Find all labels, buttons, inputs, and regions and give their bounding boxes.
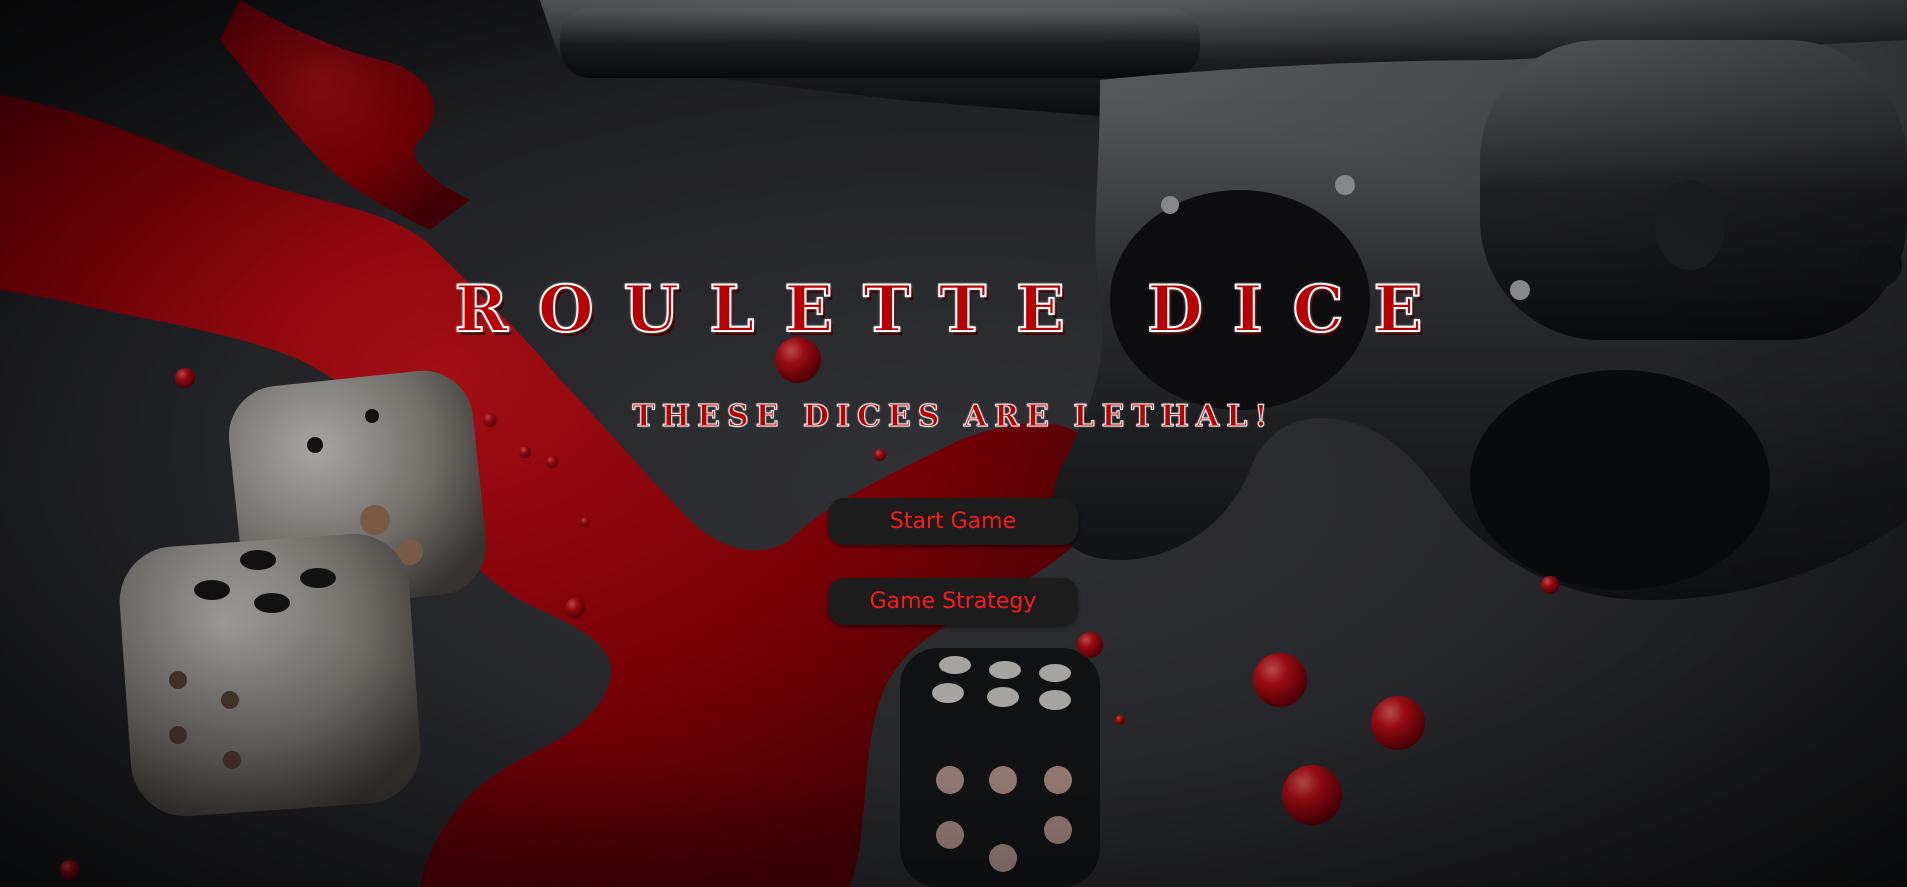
game-subtitle: THESE DICES ARE LETHAL! xyxy=(632,399,1275,434)
game-strategy-button[interactable]: Game Strategy xyxy=(828,578,1078,625)
main-menu-screen: ROULETTE DICE THESE DICES ARE LETHAL! St… xyxy=(0,0,1907,887)
background-artwork xyxy=(0,0,1907,887)
game-title: ROULETTE DICE xyxy=(454,272,1453,347)
start-game-button[interactable]: Start Game xyxy=(828,498,1078,545)
